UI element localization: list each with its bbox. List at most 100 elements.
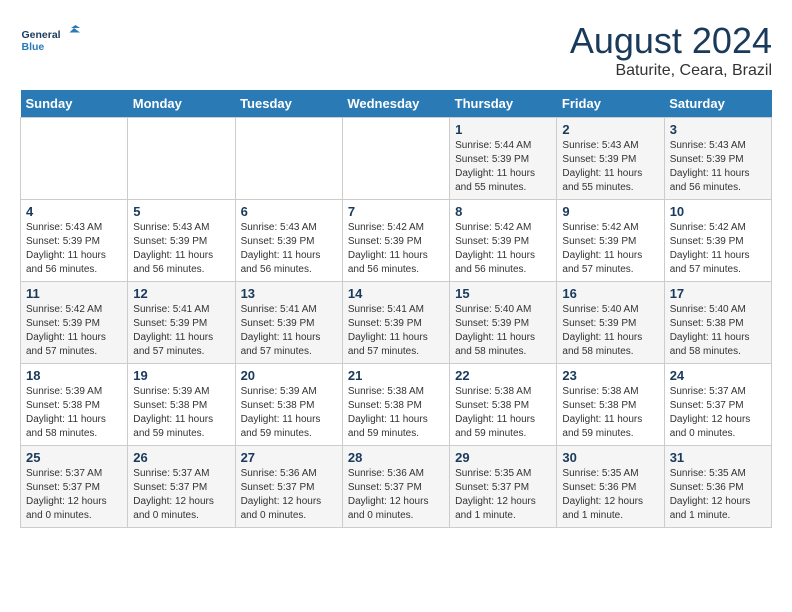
day-number: 29 bbox=[455, 450, 551, 465]
calendar-cell: 26 Sunrise: 5:37 AMSunset: 5:37 PMDayligh… bbox=[128, 446, 235, 528]
calendar-cell: 8Sunrise: 5:42 AMSunset: 5:39 PMDaylight… bbox=[450, 200, 557, 282]
day-number: 12 bbox=[133, 286, 229, 301]
weekday-header: Thursday bbox=[450, 90, 557, 118]
calendar-table: SundayMondayTuesdayWednesdayThursdayFrid… bbox=[20, 90, 772, 528]
day-number: 2 bbox=[562, 122, 658, 137]
calendar-cell bbox=[235, 118, 342, 200]
calendar-cell: 5 Sunrise: 5:43 AMSunset: 5:39 PMDaylight… bbox=[128, 200, 235, 282]
calendar-cell: 22Sunrise: 5:38 AMSunset: 5:38 PMDayligh… bbox=[450, 364, 557, 446]
day-number: 22 bbox=[455, 368, 551, 383]
calendar-cell bbox=[128, 118, 235, 200]
day-number: 17 bbox=[670, 286, 766, 301]
day-number: 14 bbox=[348, 286, 444, 301]
day-info: Sunrise: 5:43 AMSunset: 5:39 PMDaylight:… bbox=[562, 139, 658, 195]
day-number: 23 bbox=[562, 368, 658, 383]
day-number: 8 bbox=[455, 204, 551, 219]
day-number: 26 bbox=[133, 450, 229, 465]
calendar-cell: 1 Sunrise: 5:44 AMSunset: 5:39 PMDaylight… bbox=[450, 118, 557, 200]
logo-svg: General Blue bbox=[20, 20, 80, 60]
day-info: Sunrise: 5:42 AMSunset: 5:39 PMDaylight:… bbox=[26, 303, 122, 359]
day-number: 13 bbox=[241, 286, 337, 301]
calendar-cell: 18Sunrise: 5:39 AMSunset: 5:38 PMDayligh… bbox=[21, 364, 128, 446]
calendar-cell: 16Sunrise: 5:40 AMSunset: 5:39 PMDayligh… bbox=[557, 282, 664, 364]
day-number: 6 bbox=[241, 204, 337, 219]
day-info: Sunrise: 5:36 AMSunset: 5:37 PMDaylight:… bbox=[348, 467, 444, 523]
day-number: 19 bbox=[133, 368, 229, 383]
day-info: Sunrise: 5:43 AMSunset: 5:39 PMDaylight:… bbox=[26, 221, 122, 277]
weekday-header: Friday bbox=[557, 90, 664, 118]
calendar-cell: 20Sunrise: 5:39 AMSunset: 5:38 PMDayligh… bbox=[235, 364, 342, 446]
day-info: Sunrise: 5:40 AMSunset: 5:39 PMDaylight:… bbox=[455, 303, 551, 359]
location: Baturite, Ceara, Brazil bbox=[570, 62, 772, 80]
day-number: 31 bbox=[670, 450, 766, 465]
calendar-cell: 27Sunrise: 5:36 AMSunset: 5:37 PMDayligh… bbox=[235, 446, 342, 528]
day-info: Sunrise: 5:42 AMSunset: 5:39 PMDaylight:… bbox=[670, 221, 766, 277]
weekday-header-row: SundayMondayTuesdayWednesdayThursdayFrid… bbox=[21, 90, 772, 118]
day-number: 27 bbox=[241, 450, 337, 465]
calendar-cell: 6 Sunrise: 5:43 AMSunset: 5:39 PMDaylight… bbox=[235, 200, 342, 282]
day-number: 28 bbox=[348, 450, 444, 465]
weekday-header: Tuesday bbox=[235, 90, 342, 118]
day-info: Sunrise: 5:41 AMSunset: 5:39 PMDaylight:… bbox=[241, 303, 337, 359]
day-info: Sunrise: 5:41 AMSunset: 5:39 PMDaylight:… bbox=[348, 303, 444, 359]
day-number: 9 bbox=[562, 204, 658, 219]
day-number: 1 bbox=[455, 122, 551, 137]
day-info: Sunrise: 5:39 AMSunset: 5:38 PMDaylight:… bbox=[133, 385, 229, 441]
calendar-cell: 9 Sunrise: 5:42 AMSunset: 5:39 PMDaylight… bbox=[557, 200, 664, 282]
calendar-cell: 29 Sunrise: 5:35 AMSunset: 5:37 PMDayligh… bbox=[450, 446, 557, 528]
day-info: Sunrise: 5:43 AMSunset: 5:39 PMDaylight:… bbox=[133, 221, 229, 277]
day-info: Sunrise: 5:38 AMSunset: 5:38 PMDaylight:… bbox=[348, 385, 444, 441]
calendar-week-row: 4 Sunrise: 5:43 AMSunset: 5:39 PMDaylight… bbox=[21, 200, 772, 282]
page-header: General Blue August 2024 Baturite, Ceara… bbox=[20, 20, 772, 80]
day-info: Sunrise: 5:43 AMSunset: 5:39 PMDaylight:… bbox=[670, 139, 766, 195]
day-number: 3 bbox=[670, 122, 766, 137]
calendar-cell: 4 Sunrise: 5:43 AMSunset: 5:39 PMDaylight… bbox=[21, 200, 128, 282]
calendar-cell: 30Sunrise: 5:35 AMSunset: 5:36 PMDayligh… bbox=[557, 446, 664, 528]
day-number: 20 bbox=[241, 368, 337, 383]
weekday-header: Sunday bbox=[21, 90, 128, 118]
calendar-cell: 3 Sunrise: 5:43 AMSunset: 5:39 PMDaylight… bbox=[664, 118, 771, 200]
month-title: August 2024 bbox=[570, 20, 772, 62]
calendar-week-row: 25Sunrise: 5:37 AMSunset: 5:37 PMDayligh… bbox=[21, 446, 772, 528]
calendar-cell: 28 Sunrise: 5:36 AMSunset: 5:37 PMDayligh… bbox=[342, 446, 449, 528]
calendar-cell: 31 Sunrise: 5:35 AMSunset: 5:36 PMDayligh… bbox=[664, 446, 771, 528]
day-info: Sunrise: 5:37 AMSunset: 5:37 PMDaylight:… bbox=[26, 467, 122, 523]
calendar-week-row: 18 Sunrise: 5:39 AMSunset: 5:38 PMDayligh… bbox=[21, 364, 772, 446]
day-info: Sunrise: 5:42 AMSunset: 5:39 PMDaylight:… bbox=[562, 221, 658, 277]
day-info: Sunrise: 5:43 AMSunset: 5:39 PMDaylight:… bbox=[241, 221, 337, 277]
day-info: Sunrise: 5:44 AMSunset: 5:39 PMDaylight:… bbox=[455, 139, 551, 195]
day-info: Sunrise: 5:40 AMSunset: 5:39 PMDaylight:… bbox=[562, 303, 658, 359]
day-number: 15 bbox=[455, 286, 551, 301]
calendar-cell: 14 Sunrise: 5:41 AMSunset: 5:39 PMDayligh… bbox=[342, 282, 449, 364]
calendar-cell: 11 Sunrise: 5:42 AMSunset: 5:39 PMDayligh… bbox=[21, 282, 128, 364]
calendar-cell: 2 Sunrise: 5:43 AMSunset: 5:39 PMDaylight… bbox=[557, 118, 664, 200]
day-info: Sunrise: 5:35 AMSunset: 5:36 PMDaylight:… bbox=[670, 467, 766, 523]
calendar-week-row: 11 Sunrise: 5:42 AMSunset: 5:39 PMDayligh… bbox=[21, 282, 772, 364]
svg-text:Blue: Blue bbox=[22, 41, 45, 53]
calendar-cell: 15 Sunrise: 5:40 AMSunset: 5:39 PMDayligh… bbox=[450, 282, 557, 364]
calendar-cell: 24Sunrise: 5:37 AMSunset: 5:37 PMDayligh… bbox=[664, 364, 771, 446]
day-number: 7 bbox=[348, 204, 444, 219]
day-info: Sunrise: 5:37 AMSunset: 5:37 PMDaylight:… bbox=[133, 467, 229, 523]
day-info: Sunrise: 5:35 AMSunset: 5:37 PMDaylight:… bbox=[455, 467, 551, 523]
calendar-cell: 21Sunrise: 5:38 AMSunset: 5:38 PMDayligh… bbox=[342, 364, 449, 446]
calendar-cell: 17 Sunrise: 5:40 AMSunset: 5:38 PMDayligh… bbox=[664, 282, 771, 364]
day-number: 24 bbox=[670, 368, 766, 383]
calendar-cell: 7Sunrise: 5:42 AMSunset: 5:39 PMDaylight… bbox=[342, 200, 449, 282]
calendar-cell: 12 Sunrise: 5:41 AMSunset: 5:39 PMDayligh… bbox=[128, 282, 235, 364]
day-number: 10 bbox=[670, 204, 766, 219]
day-info: Sunrise: 5:41 AMSunset: 5:39 PMDaylight:… bbox=[133, 303, 229, 359]
day-number: 4 bbox=[26, 204, 122, 219]
weekday-header: Wednesday bbox=[342, 90, 449, 118]
day-info: Sunrise: 5:40 AMSunset: 5:38 PMDaylight:… bbox=[670, 303, 766, 359]
calendar-cell bbox=[342, 118, 449, 200]
calendar-week-row: 1 Sunrise: 5:44 AMSunset: 5:39 PMDaylight… bbox=[21, 118, 772, 200]
day-number: 18 bbox=[26, 368, 122, 383]
calendar-cell: 19 Sunrise: 5:39 AMSunset: 5:38 PMDayligh… bbox=[128, 364, 235, 446]
calendar-cell: 23 Sunrise: 5:38 AMSunset: 5:38 PMDayligh… bbox=[557, 364, 664, 446]
day-number: 5 bbox=[133, 204, 229, 219]
weekday-header: Saturday bbox=[664, 90, 771, 118]
day-info: Sunrise: 5:38 AMSunset: 5:38 PMDaylight:… bbox=[562, 385, 658, 441]
day-number: 11 bbox=[26, 286, 122, 301]
calendar-cell: 10 Sunrise: 5:42 AMSunset: 5:39 PMDayligh… bbox=[664, 200, 771, 282]
